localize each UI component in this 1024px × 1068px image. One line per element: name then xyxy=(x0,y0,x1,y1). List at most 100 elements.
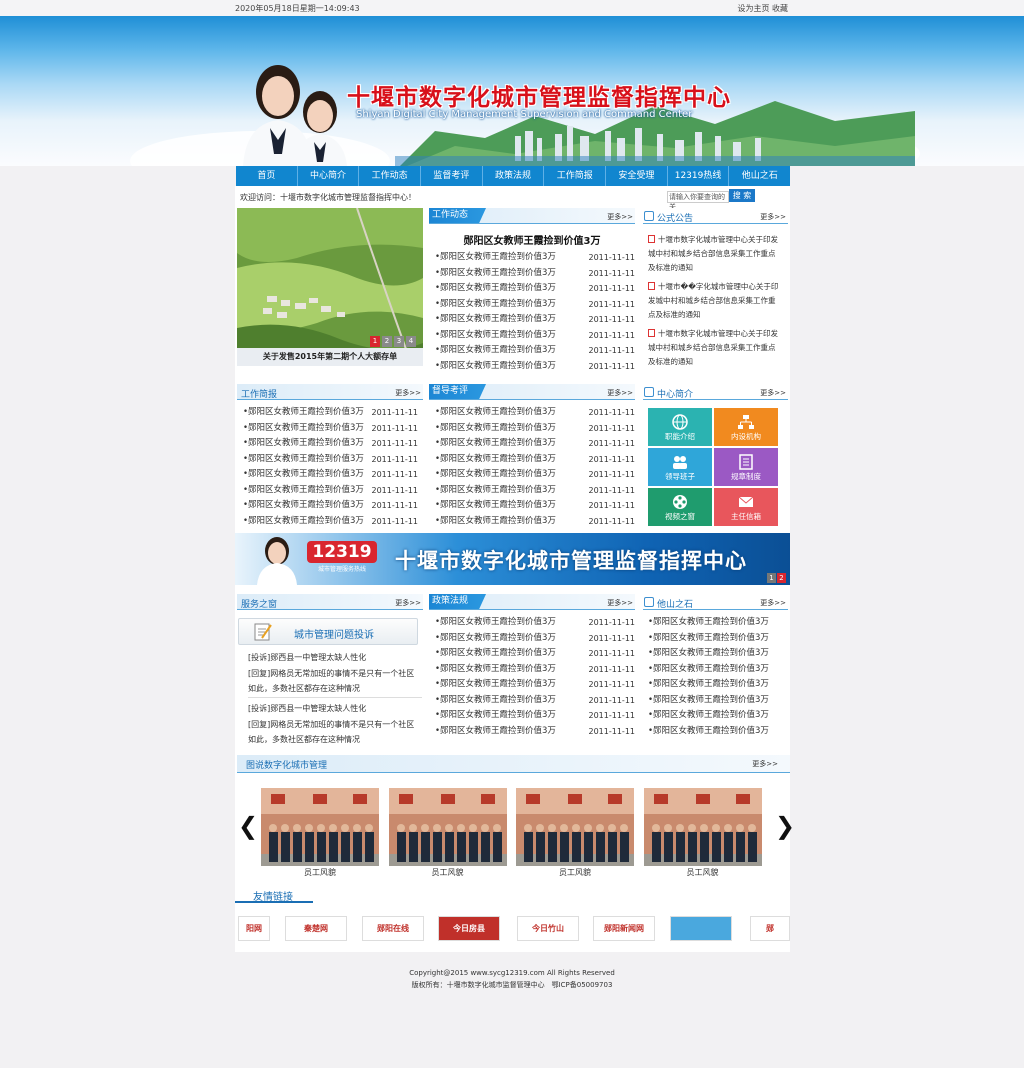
search-button[interactable]: 搜 索 xyxy=(729,189,755,202)
more-link[interactable]: 更多>> xyxy=(395,598,421,608)
friend-link-logo[interactable]: 阳网 xyxy=(238,916,270,941)
center-intro-tile[interactable]: 视频之窗 xyxy=(648,488,712,526)
search-input[interactable]: 请输入你要查询的关 xyxy=(667,191,729,211)
list-item[interactable]: •郧阳区女教师王霞捡到价值3万 2011-11-11 xyxy=(435,483,635,499)
list-item[interactable]: •郧阳区女教师王霞捡到价值3万 2011-11-11 xyxy=(435,693,635,709)
list-item[interactable]: •郧阳区女教师王霞捡到价值3万 2011-11-11 xyxy=(243,452,418,468)
list-item[interactable]: •郧阳区女教师王霞捡到价值3万 2011-11-11 xyxy=(435,297,635,313)
staff-photo[interactable] xyxy=(516,788,634,866)
nav-item[interactable]: 他山之石 xyxy=(729,166,790,186)
nav-item[interactable]: 12319热线 xyxy=(668,166,730,186)
announcement-item[interactable]: 十堰市��字化城市管理中心关于印发城中村和城乡结合部信息采集工作重点及标准的通知 xyxy=(648,280,782,322)
list-item[interactable]: •郧阳区女教师王霞捡到价值3万 2011-11-11 xyxy=(243,498,418,514)
list-item[interactable]: •郧阳区女教师王霞捡到价值3万 2011-11-11 xyxy=(435,646,635,662)
friend-link-logo[interactable]: 郧 xyxy=(750,916,790,941)
staff-photo[interactable] xyxy=(643,788,762,866)
gallery-prev-arrow[interactable]: ❮ xyxy=(238,812,258,840)
list-item[interactable]: •郧阳区女教师王霞捡到价值3万 2011-11-11 xyxy=(435,250,635,266)
photo-caption[interactable]: 员工风貌 xyxy=(516,867,634,878)
section-title[interactable]: 工作动态 xyxy=(429,208,487,223)
list-item[interactable]: •郧阳区女教师王霞捡到价值3万 xyxy=(648,677,788,693)
list-item[interactable]: •郧阳区女教师王霞捡到价值3万 2011-11-11 xyxy=(435,662,635,678)
nav-item[interactable]: 中心简介 xyxy=(298,166,360,186)
list-item[interactable]: •郧阳区女教师王霞捡到价值3万 2011-11-11 xyxy=(435,312,635,328)
list-item[interactable]: •郧阳区女教师王霞捡到价值3万 2011-11-11 xyxy=(435,405,635,421)
section-title[interactable]: 工作简报 xyxy=(241,387,277,400)
more-link[interactable]: 更多>> xyxy=(760,388,786,398)
slider-caption[interactable]: 关于发售2015年第二期个人大额存单 xyxy=(237,348,423,366)
announcement-item[interactable]: 十堰市数字化城市管理中心关于印发城中村和城乡结合部信息采集工作重点及标准的通知 xyxy=(648,233,782,275)
more-link[interactable]: 更多>> xyxy=(607,598,633,608)
list-item[interactable]: •郧阳区女教师王霞捡到价值3万 2011-11-11 xyxy=(243,421,418,437)
list-item[interactable]: •郧阳区女教师王霞捡到价值3万 xyxy=(648,631,788,647)
complaint-button[interactable]: 城市管理问题投诉 xyxy=(238,618,418,645)
list-item[interactable]: •郧阳区女教师王霞捡到价值3万 2011-11-11 xyxy=(435,328,635,344)
nav-item[interactable]: 安全受理 xyxy=(606,166,668,186)
top-links[interactable]: 设为主页 收藏 xyxy=(737,3,788,14)
slider-page-button[interactable]: 2 xyxy=(382,336,392,347)
nav-item[interactable]: 工作简报 xyxy=(544,166,607,186)
section-title[interactable]: 公式公告 xyxy=(657,211,693,224)
friend-link-logo[interactable]: 秦楚网 xyxy=(285,916,347,941)
photo-caption[interactable]: 员工风貌 xyxy=(644,867,762,878)
slider-page-button[interactable]: 4 xyxy=(406,336,416,347)
center-intro-tile[interactable]: 主任信箱 xyxy=(714,488,778,526)
more-link[interactable]: 更多>> xyxy=(607,388,633,398)
more-link[interactable]: 更多>> xyxy=(752,759,778,769)
list-item[interactable]: •郧阳区女教师王霞捡到价值3万 2011-11-11 xyxy=(435,631,635,647)
friend-link-logo[interactable]: 郧阳在线 xyxy=(362,916,424,941)
staff-photo[interactable] xyxy=(261,788,379,866)
center-intro-tile[interactable]: 职能介绍 xyxy=(648,408,712,446)
more-link[interactable]: 更多>> xyxy=(607,212,633,222)
list-item[interactable]: •郧阳区女教师王霞捡到价值3万 xyxy=(648,708,788,724)
list-item[interactable]: •郧阳区女教师王霞捡到价值3万 2011-11-11 xyxy=(435,452,635,468)
nav-item[interactable]: 工作动态 xyxy=(359,166,422,186)
list-item[interactable]: •郧阳区女教师王霞捡到价值3万 xyxy=(648,693,788,709)
nav-item[interactable]: 政策法规 xyxy=(483,166,545,186)
list-item[interactable]: •郧阳区女教师王霞捡到价值3万 2011-11-11 xyxy=(243,467,418,483)
section-title[interactable]: 图说数字化城市管理 xyxy=(246,758,327,771)
friend-link-logo[interactable] xyxy=(670,916,732,941)
list-item[interactable]: •郧阳区女教师王霞捡到价值3万 xyxy=(648,662,788,678)
headline-link[interactable]: 郧阳区女教师王霞捡到价值3万 xyxy=(429,232,635,247)
section-title[interactable]: 督导考评 xyxy=(429,384,487,399)
banner-page-button[interactable]: 1 xyxy=(767,573,776,583)
friend-link-logo[interactable]: 郧阳新闻网 xyxy=(593,916,655,941)
more-link[interactable]: 更多>> xyxy=(395,388,421,398)
list-item[interactable]: •郧阳区女教师王霞捡到价值3万 2011-11-11 xyxy=(435,677,635,693)
friend-link-logo[interactable]: 今日竹山 xyxy=(517,916,579,941)
more-link[interactable]: 更多>> xyxy=(760,598,786,608)
more-link[interactable]: 更多>> xyxy=(760,212,786,222)
list-item[interactable]: •郧阳区女教师王霞捡到价值3万 2011-11-11 xyxy=(435,281,635,297)
section-title[interactable]: 政策法规 xyxy=(429,594,487,609)
photo-caption[interactable]: 员工风貌 xyxy=(389,867,507,878)
staff-photo[interactable] xyxy=(388,788,507,866)
banner-page-button[interactable]: 2 xyxy=(777,573,786,583)
list-item[interactable]: •郧阳区女教师王霞捡到价值3万 2011-11-11 xyxy=(435,359,635,375)
list-item[interactable]: •郧阳区女教师王霞捡到价值3万 2011-11-11 xyxy=(243,436,418,452)
list-item[interactable]: •郧阳区女教师王霞捡到价值3万 2011-11-11 xyxy=(243,514,418,530)
list-item[interactable]: •郧阳区女教师王霞捡到价值3万 2011-11-11 xyxy=(435,498,635,514)
nav-item[interactable]: 首页 xyxy=(236,166,298,186)
photo-caption[interactable]: 员工风貌 xyxy=(261,867,379,878)
list-item[interactable]: •郧阳区女教师王霞捡到价值3万 xyxy=(648,724,788,740)
list-item[interactable]: •郧阳区女教师王霞捡到价值3万 2011-11-11 xyxy=(435,724,635,740)
center-intro-tile[interactable]: 规章制度 xyxy=(714,448,778,486)
list-item[interactable]: •郧阳区女教师王霞捡到价值3万 2011-11-11 xyxy=(435,266,635,282)
section-title[interactable]: 中心简介 xyxy=(657,387,693,400)
section-title[interactable]: 他山之石 xyxy=(657,597,693,610)
list-item[interactable]: •郧阳区女教师王霞捡到价值3万 xyxy=(648,646,788,662)
complaint-entry[interactable]: [投诉]郧西县一中管理太缺人性化 [回复]网格员无常加班的事情不是只有一个社区如… xyxy=(248,650,418,697)
list-item[interactable]: •郧阳区女教师王霞捡到价值3万 2011-11-11 xyxy=(243,483,418,499)
slider-page-button[interactable]: 1 xyxy=(370,336,380,347)
slider-page-button[interactable]: 3 xyxy=(394,336,404,347)
list-item[interactable]: •郧阳区女教师王霞捡到价值3万 2011-11-11 xyxy=(435,343,635,359)
section-title[interactable]: 服务之窗 xyxy=(241,597,277,610)
list-item[interactable]: •郧阳区女教师王霞捡到价值3万 2011-11-11 xyxy=(435,615,635,631)
list-item[interactable]: •郧阳区女教师王霞捡到价值3万 2011-11-11 xyxy=(435,467,635,483)
gallery-next-arrow[interactable]: ❯ xyxy=(775,812,795,840)
nav-item[interactable]: 监督考评 xyxy=(421,166,483,186)
center-intro-tile[interactable]: 领导班子 xyxy=(648,448,712,486)
announcement-item[interactable]: 十堰市数字化城市管理中心关于印发城中村和城乡结合部信息采集工作重点及标准的通知 xyxy=(648,327,782,369)
friend-link-logo[interactable]: 今日房县 xyxy=(438,916,500,941)
